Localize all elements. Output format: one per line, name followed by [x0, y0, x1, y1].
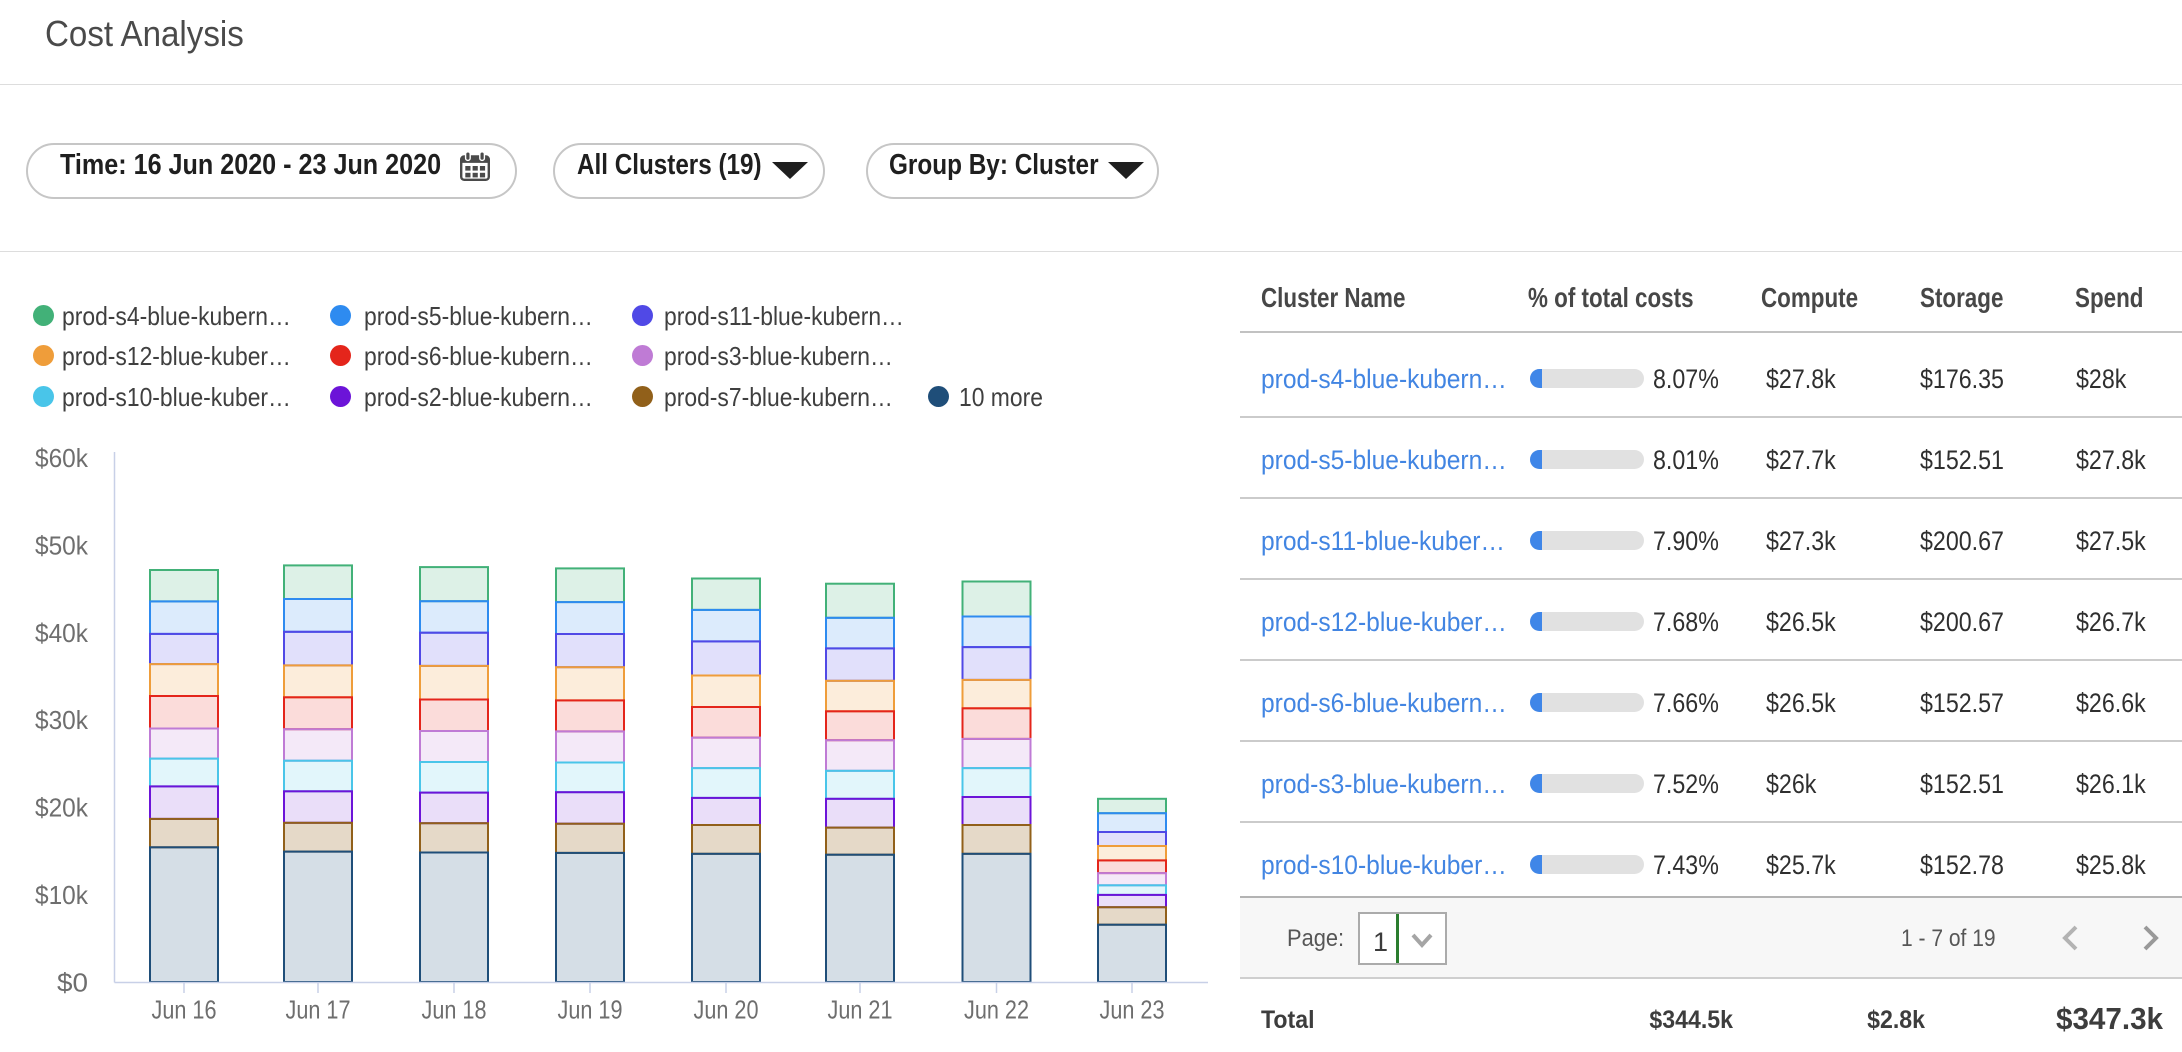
svg-text:Jun 16: Jun 16 [152, 995, 217, 1025]
svg-text:Jun 20: Jun 20 [694, 995, 759, 1025]
svg-text:$10k: $10k [35, 880, 89, 910]
svg-text:Jun 18: Jun 18 [422, 995, 487, 1025]
svg-text:Jun 23: Jun 23 [1100, 995, 1165, 1025]
svg-text:Jun 22: Jun 22 [964, 995, 1029, 1025]
svg-text:$20k: $20k [35, 793, 89, 823]
svg-text:$60k: $60k [35, 443, 89, 473]
svg-text:$40k: $40k [35, 618, 89, 648]
svg-text:Jun 21: Jun 21 [828, 995, 893, 1025]
svg-text:Jun 19: Jun 19 [558, 995, 623, 1025]
svg-text:Jun 17: Jun 17 [286, 995, 351, 1025]
svg-text:$30k: $30k [35, 705, 89, 735]
svg-text:$50k: $50k [35, 530, 89, 560]
svg-text:$0: $0 [57, 967, 88, 997]
